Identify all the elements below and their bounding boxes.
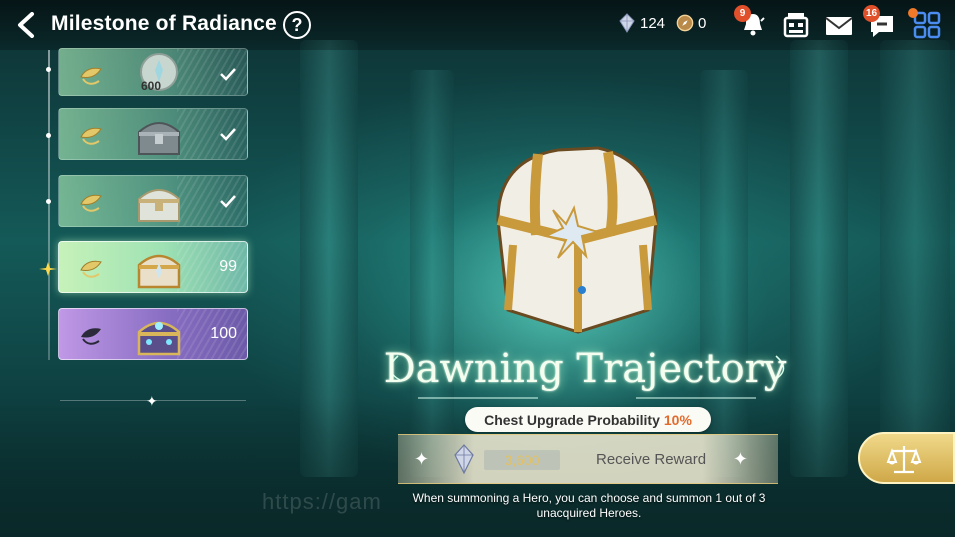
leaf-icon xyxy=(80,67,102,85)
crystal-amount: 124 xyxy=(640,14,666,32)
top-bar: Milestone of Radiance ? 124 0 9 16 xyxy=(0,0,955,50)
check-icon xyxy=(220,68,236,81)
silver-chest-icon xyxy=(138,122,180,155)
check-icon xyxy=(220,128,236,141)
menu-dot-badge xyxy=(908,8,918,18)
compass-currency: 0 xyxy=(676,13,706,33)
help-button[interactable]: ? xyxy=(283,11,311,39)
receive-reward-button[interactable]: ✦ 3,600 Receive Reward ✦ xyxy=(398,434,778,484)
current-position-star-icon xyxy=(39,262,57,276)
crystal-icon xyxy=(454,444,474,475)
receive-reward-label: Receive Reward xyxy=(596,451,707,468)
treasure-chest-illustration xyxy=(496,146,658,334)
leaf-icon xyxy=(80,127,102,145)
menu-button[interactable] xyxy=(908,8,942,40)
watermark: https://gam xyxy=(262,489,382,514)
milestone-count: 99 xyxy=(219,258,237,275)
shop-icon xyxy=(783,13,809,38)
milestone-quantity: 600 xyxy=(141,79,162,93)
timeline-dot xyxy=(46,67,51,72)
probability-label: Chest Upgrade Probability xyxy=(484,411,660,428)
back-arrow-icon xyxy=(18,12,34,38)
scale-icon xyxy=(886,446,922,474)
crystal-currency: 124 xyxy=(618,13,665,33)
mail-button[interactable] xyxy=(824,10,854,40)
probability-value: 10% xyxy=(663,411,692,428)
mail-icon xyxy=(825,17,853,35)
milestone-item-5[interactable]: 100 xyxy=(58,308,248,360)
sparkle-icon: ✦ xyxy=(732,449,748,469)
page-title: Milestone of Radiance xyxy=(51,12,277,35)
leaf-icon xyxy=(80,194,102,212)
leaf-icon xyxy=(81,328,101,345)
upgrade-probability-pill: Chest Upgrade Probability 10% xyxy=(465,407,711,432)
compass-amount: 0 xyxy=(698,14,707,32)
milestone-item-3[interactable] xyxy=(58,175,248,227)
milestone-item-4[interactable]: 99 xyxy=(58,241,248,293)
milestone-count: 100 xyxy=(210,325,237,342)
reward-description: When summoning a Hero, you can choose an… xyxy=(412,491,766,520)
crystal-icon xyxy=(619,13,635,33)
reward-cost: 3,600 xyxy=(484,450,560,470)
compass-coin-icon xyxy=(676,14,694,32)
notification-button[interactable]: 9 xyxy=(734,5,768,40)
pearl-chest-icon xyxy=(138,189,180,222)
notification-badge: 9 xyxy=(734,5,751,22)
timeline-dot xyxy=(46,199,51,204)
chat-badge: 16 xyxy=(863,5,881,22)
milestone-item-1[interactable]: 600 xyxy=(58,48,248,96)
chat-button[interactable]: 16 xyxy=(863,5,897,40)
timeline-line xyxy=(48,50,50,360)
milestone-item-2[interactable] xyxy=(58,108,248,160)
sparkle-icon: ✦ xyxy=(414,449,430,469)
probability-scale-button[interactable] xyxy=(858,432,955,484)
timeline-dot xyxy=(46,133,51,138)
check-icon xyxy=(220,195,236,208)
leaf-icon xyxy=(80,260,102,278)
back-button[interactable] xyxy=(14,12,42,38)
gold-chest-icon xyxy=(137,254,181,289)
shop-button[interactable] xyxy=(781,10,811,40)
jeweled-chest-icon xyxy=(137,321,181,356)
divider-star-icon: ✦ xyxy=(146,393,158,409)
reward-title: Dawning Trajectory xyxy=(383,346,787,392)
